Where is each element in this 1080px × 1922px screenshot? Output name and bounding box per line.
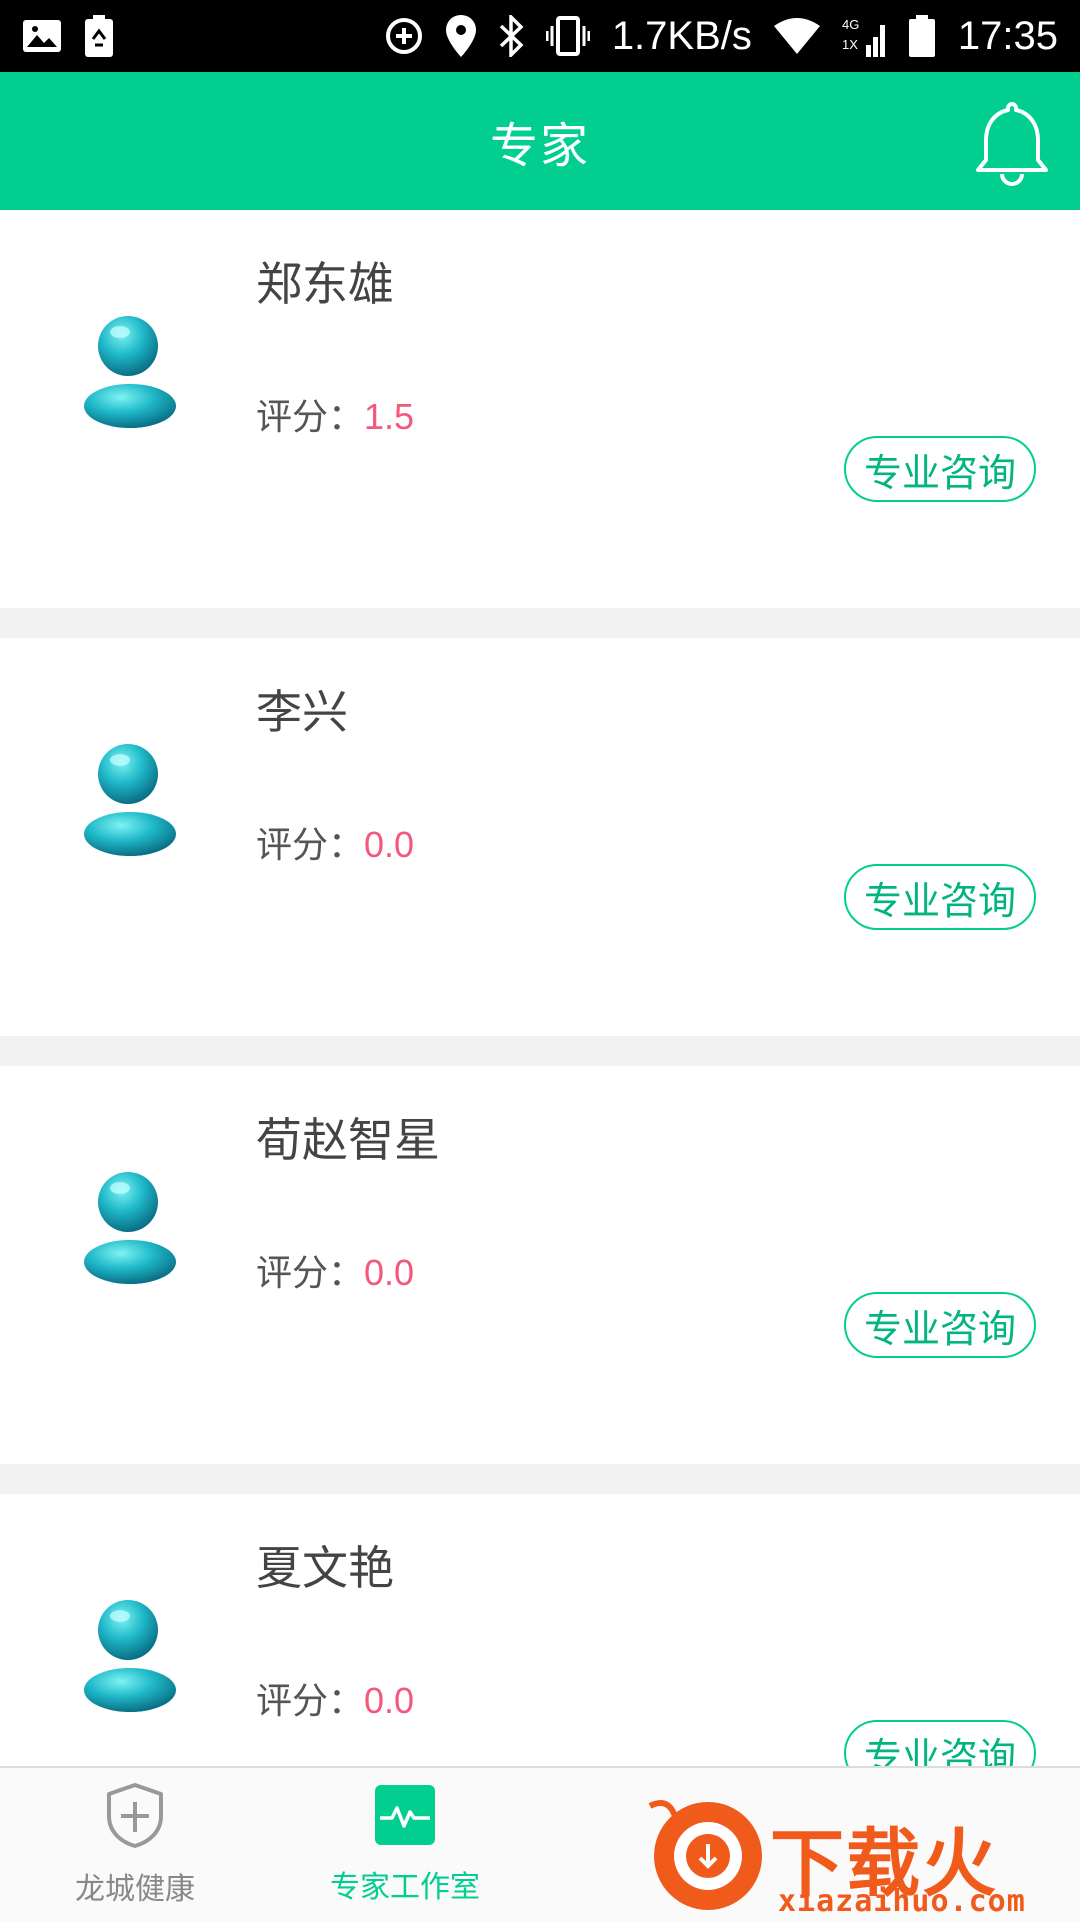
expert-name: 李兴	[256, 685, 348, 739]
svg-text:4G: 4G	[842, 17, 859, 32]
rating-value: 0.0	[364, 824, 415, 865]
expert-name: 荀赵智星	[256, 1113, 440, 1167]
status-bar: 1.7KB/s 4G 1X 17:35	[0, 0, 1080, 72]
bell-icon[interactable]	[974, 100, 1050, 187]
rating-value: 0.0	[364, 1680, 415, 1721]
tab-label: 龙城健康	[75, 1872, 195, 1907]
battery-recycle-icon	[84, 15, 114, 57]
clock: 17:35	[957, 13, 1058, 58]
page-title: 专家	[489, 118, 590, 174]
avatar-icon	[80, 1594, 180, 1712]
expert-list: 郑东雄 评分：1.5 专业咨询 李兴 评分：0.0 专业咨询 荀赵智星 评分：0…	[0, 210, 1080, 1922]
expert-name: 郑东雄	[256, 257, 394, 311]
avatar-icon	[80, 310, 180, 428]
svg-text:1X: 1X	[842, 37, 858, 52]
bluetooth-icon	[498, 15, 524, 57]
consult-button[interactable]: 专业咨询	[844, 436, 1036, 502]
rating-label: 评分：	[256, 1681, 365, 1722]
battery-icon	[908, 15, 936, 57]
expert-rating: 评分：1.5	[256, 388, 414, 440]
watermark: 下载火 xiazaihuo.com	[640, 1780, 1080, 1920]
shield-plus-icon	[105, 1782, 165, 1852]
avatar-icon	[80, 738, 180, 856]
expert-rating: 评分：0.0	[256, 1244, 414, 1296]
consult-button[interactable]: 专业咨询	[844, 1292, 1036, 1358]
signal-4g-icon: 4G 1X	[842, 15, 886, 57]
vibrate-icon	[545, 16, 590, 56]
rating-label: 评分：	[256, 397, 365, 438]
data-saver-icon	[384, 16, 424, 56]
expert-rating: 评分：0.0	[256, 816, 414, 868]
expert-card[interactable]: 郑东雄 评分：1.5 专业咨询	[0, 210, 1080, 638]
tab-expert-studio[interactable]: 专家工作室	[270, 1768, 540, 1922]
wifi-icon	[773, 18, 820, 54]
consult-button[interactable]: 专业咨询	[844, 864, 1036, 930]
rating-label: 评分：	[256, 825, 365, 866]
image-icon	[22, 19, 62, 53]
network-speed: 1.7KB/s	[611, 13, 752, 58]
expert-card[interactable]: 李兴 评分：0.0 专业咨询	[0, 638, 1080, 1066]
tab-label: 专家工作室	[330, 1870, 480, 1905]
tab-longcheng-health[interactable]: 龙城健康	[0, 1768, 270, 1922]
watermark-logo-icon	[648, 1800, 762, 1910]
watermark-url: xiazaihuo.com	[778, 1884, 1026, 1919]
rating-value: 1.5	[364, 396, 415, 437]
expert-rating: 评分：0.0	[256, 1672, 414, 1724]
expert-card[interactable]: 荀赵智星 评分：0.0 专业咨询	[0, 1066, 1080, 1494]
location-icon	[445, 15, 476, 57]
rating-label: 评分：	[256, 1253, 365, 1294]
expert-name: 夏文艳	[256, 1541, 394, 1595]
avatar-icon	[80, 1166, 180, 1284]
app-bar: 专家	[0, 72, 1080, 210]
rating-value: 0.0	[364, 1252, 415, 1293]
heartbeat-icon	[374, 1784, 436, 1850]
